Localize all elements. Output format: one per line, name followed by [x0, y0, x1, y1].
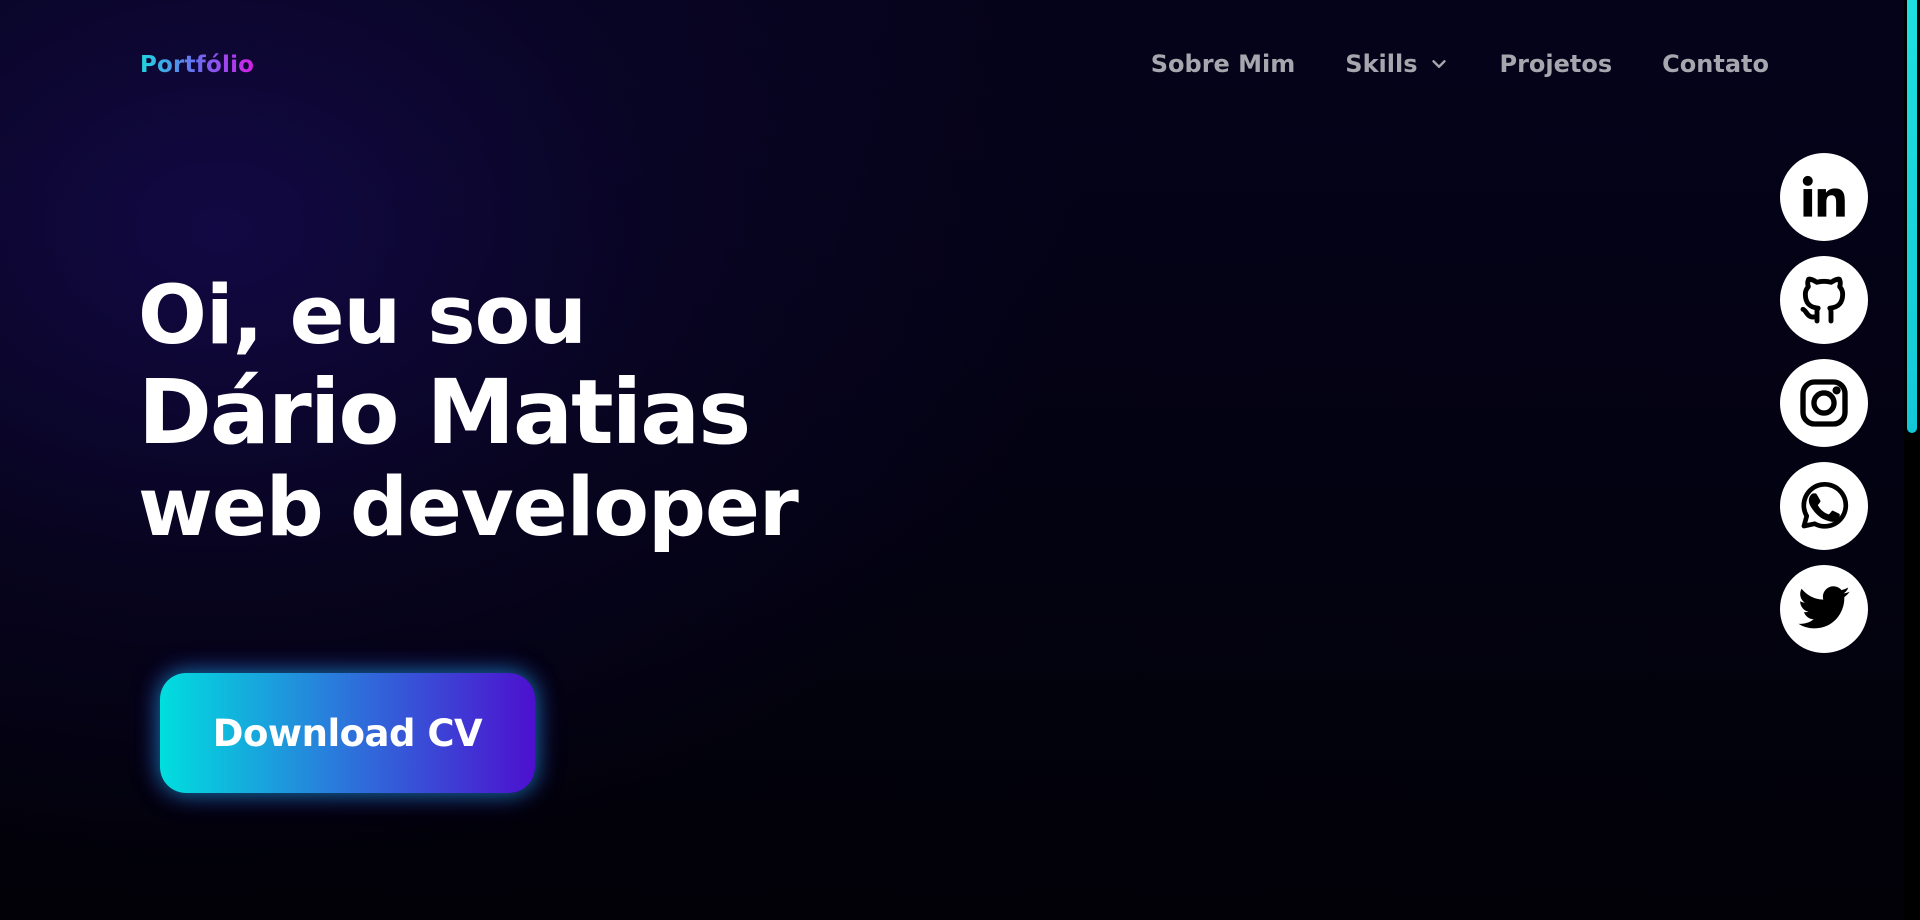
instagram-icon — [1800, 379, 1848, 427]
nav-item-contato[interactable]: Contato — [1662, 50, 1769, 78]
twitter-icon — [1798, 586, 1850, 629]
scrollbar[interactable] — [1904, 0, 1920, 920]
github-link[interactable] — [1780, 256, 1868, 344]
nav-item-label: Sobre Mim — [1150, 50, 1296, 78]
linkedin-icon — [1802, 175, 1845, 217]
scrollbar-thumb[interactable] — [1907, 0, 1917, 433]
page-background: Portfólio Sobre Mim Skills Projetos Cont… — [0, 0, 1904, 920]
hero-heading: Oi, eu sou Dário Matias web developer — [138, 268, 799, 556]
twitter-link[interactable] — [1780, 565, 1868, 653]
nav-item-skills[interactable]: Skills — [1345, 50, 1449, 78]
instagram-link[interactable] — [1780, 359, 1868, 447]
hero-name: Dário Matias — [138, 360, 751, 464]
whatsapp-link[interactable] — [1780, 462, 1868, 550]
nav-item-label: Contato — [1662, 50, 1769, 78]
hero-role: web developer — [138, 461, 799, 555]
logo[interactable]: Portfólio — [140, 52, 254, 78]
main-nav: Sobre Mim Skills Projetos Contato — [1151, 50, 1769, 78]
download-cv-button[interactable]: Download CV — [160, 673, 535, 793]
nav-item-label: Projetos — [1499, 50, 1613, 78]
hero-greeting: Oi, eu sou — [138, 269, 587, 363]
linkedin-link[interactable] — [1780, 153, 1868, 241]
nav-item-label: Skills — [1345, 50, 1418, 78]
github-icon — [1800, 276, 1846, 324]
whatsapp-icon — [1801, 482, 1849, 529]
nav-item-projetos[interactable]: Projetos — [1500, 50, 1613, 78]
social-links — [1780, 153, 1868, 668]
nav-item-sobre-mim[interactable]: Sobre Mim — [1151, 50, 1296, 78]
chevron-down-icon — [1431, 60, 1446, 68]
